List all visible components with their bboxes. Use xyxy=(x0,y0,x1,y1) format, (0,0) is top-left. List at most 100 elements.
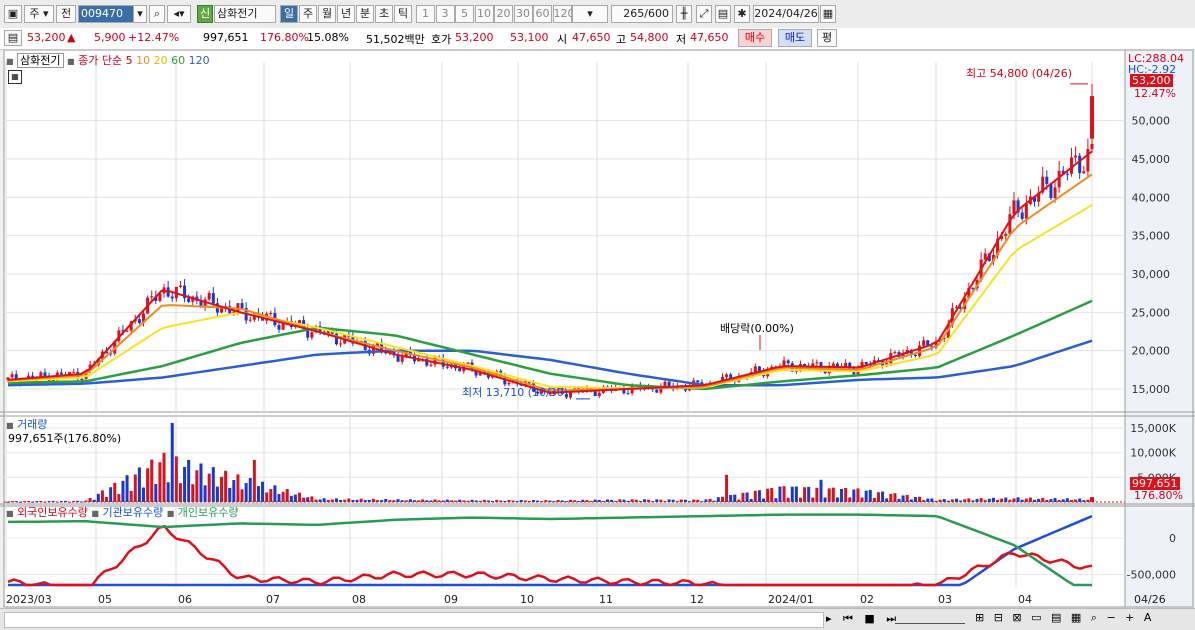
x-tick-10: 02 xyxy=(860,593,874,606)
minute-button-10[interactable]: 10 xyxy=(474,5,494,23)
table-icon[interactable]: ▦ xyxy=(8,70,22,84)
inst-bullet-icon: ■ xyxy=(91,509,99,518)
period-tab-2[interactable]: 월 xyxy=(318,5,336,23)
tool-icons[interactable]: ⊞ ⊟ ⊠ ▭ ▤ ▦ ⌕ − + A xyxy=(975,611,1154,625)
volume-bar xyxy=(1045,499,1049,502)
volume-bar xyxy=(790,486,794,502)
draw-icon[interactable]: ⤢ xyxy=(696,5,712,23)
individual-label[interactable]: 개인보유수량 xyxy=(178,506,239,519)
foreign-label[interactable]: 외국인보유수량 xyxy=(17,506,88,519)
price-pane-name[interactable]: 삼화전기 xyxy=(17,53,64,68)
volume-bar xyxy=(794,486,798,502)
save-icon[interactable]: ▤ xyxy=(715,5,731,23)
buy-button[interactable]: 매수 xyxy=(738,29,772,47)
institution-label[interactable]: 기관보유수량 xyxy=(102,506,163,519)
market-select[interactable]: 주 ▾ xyxy=(24,5,54,23)
period-tab-1[interactable]: 주 xyxy=(299,5,317,23)
volume-bar xyxy=(207,473,211,502)
prev-button[interactable]: 전 xyxy=(56,5,76,23)
minute-button-3[interactable]: 3 xyxy=(435,5,455,23)
volume-bar xyxy=(236,474,240,502)
ma10-label[interactable]: 10 xyxy=(136,54,150,67)
low-value: 47,650 xyxy=(690,31,729,44)
volume-bar xyxy=(76,500,80,502)
volume-bar xyxy=(281,491,285,502)
x-tick-6: 10 xyxy=(520,593,534,606)
nav-buttons[interactable]: ▸ ⏮ ■ ⏭ xyxy=(826,612,900,626)
volume-bar xyxy=(39,500,43,502)
ma-bullet-icon: ■ xyxy=(67,57,75,66)
candle-icon[interactable]: ╫ xyxy=(676,5,692,23)
volume-bar xyxy=(786,497,790,502)
scrollbar-track[interactable] xyxy=(4,612,824,628)
volume-bar xyxy=(334,498,338,502)
count-dropdown[interactable]: ▾ xyxy=(572,5,608,23)
volume-bar xyxy=(55,501,59,503)
toolbar: ▣ 주 ▾ 전 009470 ▾ ⌕ ◂▾ 신 삼화전기 일주월년분초틱 135… xyxy=(0,0,1195,29)
volume-bar xyxy=(232,480,236,502)
candle-body xyxy=(1020,212,1024,219)
expand-icon[interactable]: ▤ xyxy=(4,30,22,46)
volume-bar xyxy=(548,500,552,502)
volume-bar xyxy=(544,500,548,502)
code-dropdown-icon[interactable]: ▾ xyxy=(133,5,147,23)
minute-button-30[interactable]: 30 xyxy=(513,5,533,23)
period-tab-6[interactable]: 틱 xyxy=(394,5,412,23)
volume-bar xyxy=(610,499,614,502)
current-price-tag: 53,200 xyxy=(1130,74,1173,87)
x-tick-13: 04/26 xyxy=(1134,593,1166,606)
volume-bar xyxy=(408,499,412,502)
stock-name-field[interactable]: 삼화전기 xyxy=(214,5,276,23)
minute-button-60[interactable]: 60 xyxy=(533,5,552,23)
count-field[interactable]: 265/600 xyxy=(611,5,673,23)
volume-tick-2: 15,000K xyxy=(1130,422,1176,435)
volume-bar xyxy=(655,499,659,502)
minute-button-20[interactable]: 20 xyxy=(494,5,513,23)
window-icon[interactable]: ▣ xyxy=(4,5,22,23)
volume-bar xyxy=(1012,498,1016,502)
speaker-icon[interactable]: ◂▾ xyxy=(167,5,191,23)
volume-bar xyxy=(18,501,22,503)
high-label: 고 xyxy=(616,33,627,46)
volume-bar xyxy=(1016,497,1020,502)
period-tab-3[interactable]: 년 xyxy=(337,5,355,23)
volume-bar xyxy=(905,494,909,502)
ma20-label[interactable]: 20 xyxy=(154,54,168,67)
ask-label: 호가 xyxy=(431,33,452,46)
volume-bar xyxy=(753,490,757,502)
volume-bar xyxy=(844,488,848,502)
price-tick-2: 25,000 xyxy=(1132,306,1171,319)
zoom-slider[interactable] xyxy=(895,613,965,624)
ma5-label[interactable]: 종가 단순 5 xyxy=(78,54,132,67)
volume-bar xyxy=(860,497,864,502)
x-tick-8: 12 xyxy=(690,593,704,606)
eval-button[interactable]: 평 xyxy=(817,29,837,47)
period-tab-5[interactable]: 초 xyxy=(375,5,393,23)
candle-body xyxy=(893,352,897,354)
volume-bar xyxy=(220,476,224,502)
ma60-label[interactable]: 60 xyxy=(171,54,185,67)
period-tab-0[interactable]: 일 xyxy=(280,5,298,23)
volume-bar xyxy=(1057,499,1061,502)
ma120-label[interactable]: 120 xyxy=(189,54,210,67)
period-tab-4[interactable]: 분 xyxy=(356,5,374,23)
search-icon[interactable]: ⌕ xyxy=(149,5,165,23)
volume-bar xyxy=(712,500,716,502)
volume-bar xyxy=(183,466,187,502)
date-field[interactable]: 2024/04/26 xyxy=(753,5,819,23)
gear-icon[interactable]: ✱ xyxy=(734,5,750,23)
count-value: 265 xyxy=(623,7,645,20)
candle-body xyxy=(10,374,14,378)
last-candle-body xyxy=(1090,96,1094,139)
candle-body xyxy=(178,285,182,287)
sell-button[interactable]: 매도 xyxy=(778,29,812,47)
calendar-icon[interactable]: ▦ xyxy=(820,5,836,23)
candle-body xyxy=(248,319,252,321)
volume-bar xyxy=(950,499,954,502)
minute-button-120[interactable]: 120 xyxy=(552,5,575,23)
minute-button-5[interactable]: 5 xyxy=(455,5,474,23)
candle-body xyxy=(1078,155,1082,174)
volume-bar xyxy=(1074,499,1078,502)
minute-button-1[interactable]: 1 xyxy=(416,5,435,23)
new-badge[interactable]: 신 xyxy=(197,5,213,23)
